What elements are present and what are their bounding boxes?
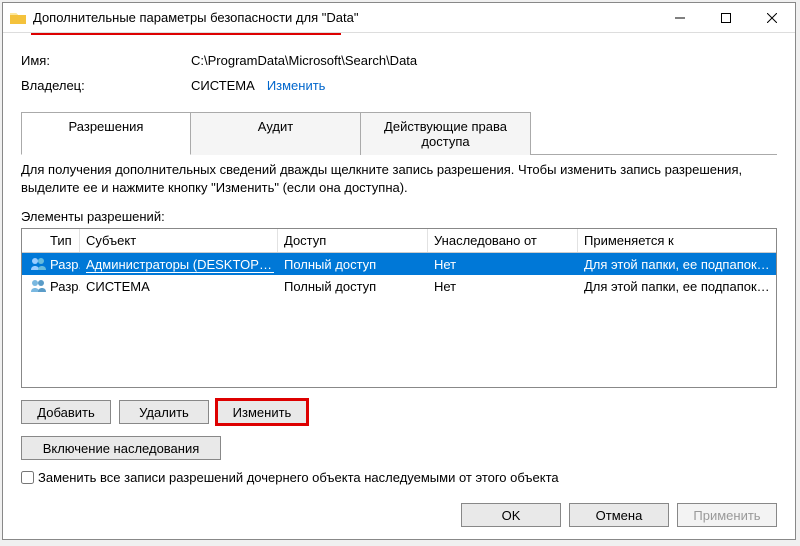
col-applies[interactable]: Применяется к <box>578 229 776 252</box>
table-row[interactable]: Разр... Администраторы (DESKTOP-... Полн… <box>22 253 776 275</box>
close-button[interactable] <box>749 3 795 33</box>
maximize-button[interactable] <box>703 3 749 33</box>
cell-applies: Для этой папки, ее подпапок ... <box>578 277 776 296</box>
table-row[interactable]: Разр... СИСТЕМА Полный доступ Нет Для эт… <box>22 275 776 297</box>
enable-inheritance-button[interactable]: Включение наследования <box>21 436 221 460</box>
col-access[interactable]: Доступ <box>278 229 428 252</box>
window-title: Дополнительные параметры безопасности дл… <box>33 10 657 25</box>
tab-audit[interactable]: Аудит <box>191 112 361 155</box>
owner-change-link[interactable]: Изменить <box>267 78 326 93</box>
cell-access: Полный доступ <box>278 255 428 274</box>
tabstrip: Разрешения Аудит Действующие права досту… <box>21 111 777 155</box>
cell-inherited: Нет <box>428 277 578 296</box>
cell-subject: СИСТЕМА <box>80 277 278 296</box>
dialog-content: Имя: C:\ProgramData\Microsoft\Search\Dat… <box>3 35 795 497</box>
owner-row: Владелец: СИСТЕМА Изменить <box>21 78 777 93</box>
cell-type: Разр... <box>50 279 80 294</box>
remove-button[interactable]: Удалить <box>119 400 209 424</box>
name-row: Имя: C:\ProgramData\Microsoft\Search\Dat… <box>21 53 777 68</box>
apply-button[interactable]: Применить <box>677 503 777 527</box>
group-icon <box>30 279 48 293</box>
col-subject[interactable]: Субъект <box>80 229 278 252</box>
titlebar: Дополнительные параметры безопасности дл… <box>3 3 795 33</box>
permissions-label: Элементы разрешений: <box>21 209 777 224</box>
folder-icon <box>9 9 27 27</box>
minimize-button[interactable] <box>657 3 703 33</box>
add-button[interactable]: Добавить <box>21 400 111 424</box>
tab-permissions[interactable]: Разрешения <box>21 112 191 155</box>
name-value: C:\ProgramData\Microsoft\Search\Data <box>191 53 417 68</box>
table-header: Тип Субъект Доступ Унаследовано от Приме… <box>22 229 776 253</box>
cell-applies: Для этой папки, ее подпапок ... <box>578 255 776 274</box>
replace-checkbox-label: Заменить все записи разрешений дочернего… <box>38 470 559 485</box>
group-icon <box>30 257 48 271</box>
action-buttons: Добавить Удалить Изменить <box>21 400 777 424</box>
col-type[interactable]: Тип <box>22 229 80 252</box>
cell-subject: Администраторы (DESKTOP-... <box>86 257 274 273</box>
name-label: Имя: <box>21 53 191 68</box>
col-inherited[interactable]: Унаследовано от <box>428 229 578 252</box>
ok-button[interactable]: OK <box>461 503 561 527</box>
help-text: Для получения дополнительных сведений дв… <box>21 161 777 197</box>
tab-effective-access[interactable]: Действующие права доступа <box>361 112 531 155</box>
permissions-table: Тип Субъект Доступ Унаследовано от Приме… <box>21 228 777 388</box>
edit-button[interactable]: Изменить <box>217 400 307 424</box>
cell-access: Полный доступ <box>278 277 428 296</box>
replace-checkbox-row[interactable]: Заменить все записи разрешений дочернего… <box>21 470 777 485</box>
dialog-footer: OK Отмена Применить <box>3 497 795 539</box>
owner-value: СИСТЕМА <box>191 78 255 93</box>
cancel-button[interactable]: Отмена <box>569 503 669 527</box>
cell-inherited: Нет <box>428 255 578 274</box>
owner-label: Владелец: <box>21 78 191 93</box>
security-dialog: Дополнительные параметры безопасности дл… <box>2 2 796 540</box>
inherit-row: Включение наследования <box>21 436 777 460</box>
replace-checkbox[interactable] <box>21 471 34 484</box>
tab-body: Для получения дополнительных сведений дв… <box>21 155 777 485</box>
cell-type: Разр... <box>50 257 80 272</box>
